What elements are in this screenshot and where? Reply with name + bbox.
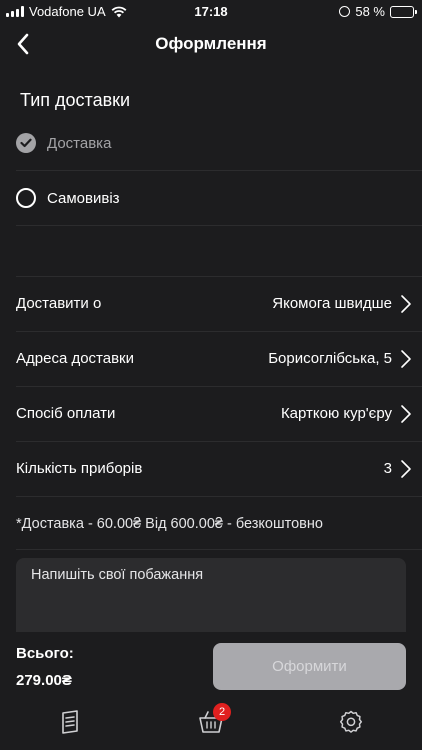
chevron-right-icon	[401, 349, 411, 368]
tab-cart[interactable]: 2	[191, 702, 231, 742]
setting-right: Карткою кур'єру	[281, 404, 412, 424]
setting-right: 3	[384, 459, 412, 479]
setting-right: Борисоглібська, 5	[268, 349, 412, 369]
total-value: 279.00₴	[16, 672, 72, 689]
divider	[16, 170, 422, 171]
radio-label-pickup: Самовивіз	[47, 189, 120, 207]
setting-right: Якомога швидше	[272, 294, 412, 314]
battery-icon	[390, 5, 417, 18]
divider	[16, 225, 422, 226]
back-button[interactable]	[8, 28, 38, 60]
setting-value: Борисоглібська, 5	[268, 350, 392, 367]
chevron-left-icon	[17, 33, 29, 55]
radio-checked	[16, 133, 36, 153]
setting-value: 3	[383, 460, 392, 477]
checkout-screen: Vodafone UA 17:18 58 % Оформлення Тип до…	[0, 0, 422, 750]
battery-percent: 58 %	[355, 4, 385, 19]
setting-value: Карткою кур'єру	[280, 405, 392, 422]
wifi-icon	[111, 6, 127, 17]
setting-label: Кількість приборів	[16, 460, 143, 477]
chevron-right-icon	[401, 404, 411, 423]
radio-label-delivery: Доставка	[47, 134, 112, 152]
radio-option-delivery[interactable]: Доставка	[16, 118, 406, 168]
checkmark-icon	[20, 138, 32, 148]
status-left: Vodafone UA	[6, 4, 127, 19]
setting-label: Спосіб оплати	[16, 405, 116, 422]
radio-option-pickup[interactable]: Самовивіз	[16, 173, 406, 223]
setting-label: Адреса доставки	[16, 350, 135, 367]
menu-icon	[62, 710, 78, 734]
carrier-name: Vodafone UA	[29, 4, 106, 19]
setting-row-cutlery[interactable]: Кількість приборів 3	[16, 441, 412, 496]
setting-row-payment[interactable]: Спосіб оплати Карткою кур'єру	[16, 386, 412, 441]
status-bar: Vodafone UA 17:18 58 %	[0, 0, 422, 22]
chevron-right-icon	[401, 294, 411, 313]
page-title: Оформлення	[155, 34, 267, 53]
cart-badge: 2	[213, 703, 231, 721]
status-right: 58 %	[339, 4, 417, 19]
tab-bar: 2	[0, 702, 422, 750]
delivery-note: *Доставка - 60.00₴ Від 600.00₴ - безкошт…	[16, 516, 323, 532]
tab-settings[interactable]	[331, 702, 371, 742]
divider	[16, 549, 422, 550]
setting-value: Якомога швидше	[272, 295, 392, 312]
signal-icon	[6, 6, 24, 17]
header: Оформлення	[0, 22, 422, 66]
divider	[16, 496, 422, 497]
radio-unchecked	[16, 188, 36, 208]
delivery-type-title: Тип доставки	[20, 90, 131, 110]
gear-icon	[339, 710, 363, 733]
setting-label: Доставити о	[16, 295, 102, 312]
orientation-lock-icon	[339, 6, 351, 17]
total-label: Всього:	[16, 645, 74, 662]
checkout-button[interactable]: Оформити	[213, 643, 406, 690]
tab-menu[interactable]	[50, 702, 90, 742]
setting-row-address[interactable]: Адреса доставки Борисоглібська, 5	[16, 331, 412, 386]
chevron-right-icon	[401, 459, 411, 478]
setting-row-delivery-time[interactable]: Доставити о Якомога швидше	[16, 276, 412, 331]
